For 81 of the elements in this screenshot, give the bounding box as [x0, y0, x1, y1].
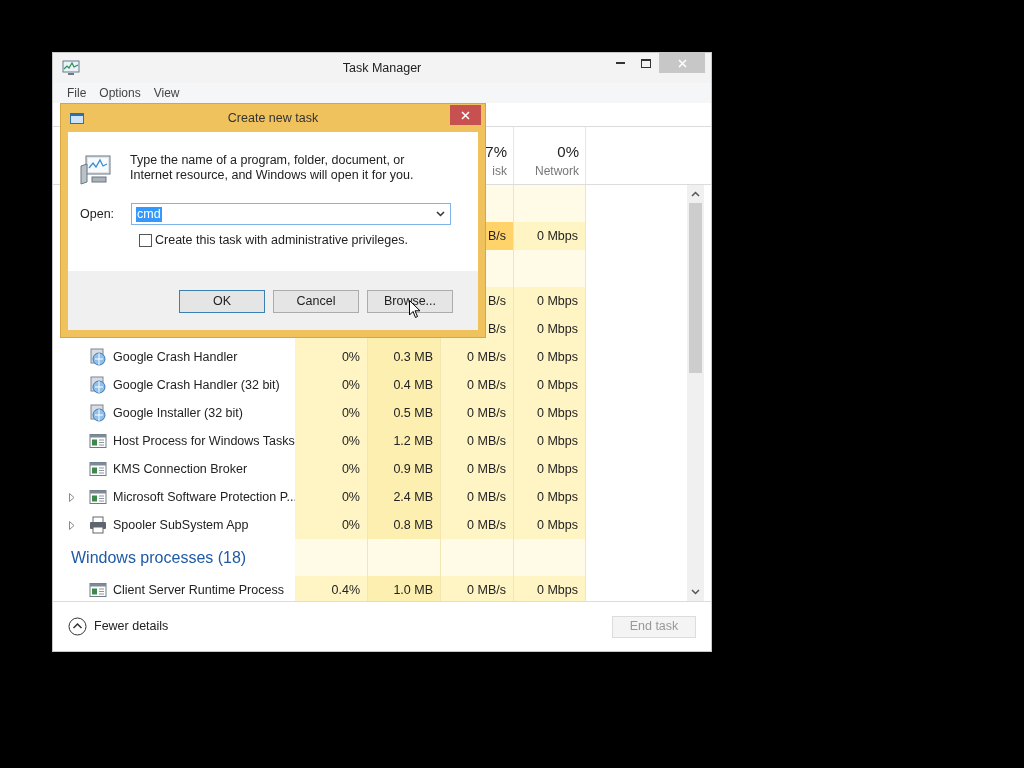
- process-name: Microsoft Software Protection P...: [113, 488, 297, 506]
- table-cell: 0%: [295, 427, 368, 455]
- computer-icon: [80, 154, 112, 186]
- dialog-message: Type the name of a program, folder, document, or Internet resource, and Windows will open it for you.: [130, 153, 415, 184]
- table-cell: 0 MB/s: [441, 455, 514, 483]
- table-cell: 0 MB/s: [441, 483, 514, 511]
- table-cell: 2.4 MB: [368, 483, 441, 511]
- table-cell: 1.2 MB: [368, 427, 441, 455]
- close-button[interactable]: [450, 105, 481, 125]
- table-cell: 0 Mbps: [514, 371, 586, 399]
- table-cell: 0 MB/s: [441, 343, 514, 371]
- table-cell: 0 MB/s: [441, 399, 514, 427]
- table-cell: 0 Mbps: [514, 315, 586, 343]
- table-cell: 0%: [295, 483, 368, 511]
- installer-icon: [89, 348, 107, 366]
- table-cell: [514, 250, 586, 287]
- scrollbar[interactable]: [687, 185, 704, 601]
- scroll-down-icon[interactable]: [691, 589, 700, 595]
- dialog-title: Create new task: [226, 109, 320, 127]
- window-icon: [89, 582, 107, 598]
- fewer-details-button[interactable]: Fewer details: [68, 617, 169, 636]
- table-cell: 0.8 MB: [368, 511, 441, 539]
- scroll-up-icon[interactable]: [691, 191, 700, 197]
- window-icon: [89, 461, 107, 477]
- collapse-icon: [68, 617, 87, 636]
- table-cell: 0.4 MB: [368, 371, 441, 399]
- printer-icon: [89, 516, 107, 534]
- table-cell: 0 Mbps: [514, 427, 586, 455]
- table-cell: 0 Mbps: [514, 222, 586, 250]
- dialog-button[interactable]: OK: [179, 290, 265, 313]
- menu-item[interactable]: View: [153, 84, 180, 102]
- window-icon: [89, 489, 107, 505]
- expand-arrow-icon[interactable]: [69, 520, 75, 530]
- table-cell: [514, 539, 586, 576]
- table-cell: 0%: [295, 343, 368, 371]
- table-cell: 0 MB/s: [441, 576, 514, 601]
- table-cell: 0 Mbps: [514, 343, 586, 371]
- process-name: Host Process for Windows Tasks: [113, 432, 295, 450]
- table-cell: 1.0 MB: [368, 576, 441, 601]
- table-cell: 0 Mbps: [514, 483, 586, 511]
- table-cell: 0 Mbps: [514, 287, 586, 315]
- checkbox[interactable]: [139, 233, 152, 247]
- dialog-button[interactable]: Cancel: [273, 290, 359, 313]
- table-cell: 0 MB/s: [441, 371, 514, 399]
- process-name: KMS Connection Broker: [113, 460, 248, 478]
- table-cell: 0%: [295, 371, 368, 399]
- table-cell: 0 Mbps: [514, 455, 586, 483]
- installer-icon: [89, 376, 107, 394]
- window-title: Task Manager: [341, 59, 423, 77]
- dialog-button[interactable]: Browse...: [367, 290, 453, 313]
- expand-arrow-icon[interactable]: [69, 492, 75, 502]
- table-cell: 0 MB/s: [441, 427, 514, 455]
- table-cell: 0 Mbps: [514, 511, 586, 539]
- monitor-chart-icon: [62, 60, 80, 76]
- process-name: Google Crash Handler: [113, 348, 238, 366]
- menu-item[interactable]: File: [67, 84, 87, 102]
- close-icon: [461, 110, 470, 120]
- window-icon: [89, 433, 107, 449]
- open-label: Open:: [80, 205, 116, 223]
- table-cell: 0.9 MB: [368, 455, 441, 483]
- table-cell: 0%: [295, 455, 368, 483]
- table-cell: 0 Mbps: [514, 576, 586, 601]
- table-cell: 0.4%: [295, 576, 368, 601]
- menu-item[interactable]: Options: [99, 84, 141, 102]
- process-name: Google Crash Handler (32 bit): [113, 376, 280, 394]
- column-header[interactable]: 0% Network: [514, 127, 586, 184]
- table-cell: 0 Mbps: [514, 399, 586, 427]
- table-cell: 0 MB/s: [441, 511, 514, 539]
- installer-icon: [89, 404, 107, 422]
- table-cell: 0%: [295, 399, 368, 427]
- table-cell: 0.5 MB: [368, 399, 441, 427]
- table-cell: 0.3 MB: [368, 343, 441, 371]
- process-name: Client Server Runtime Process: [113, 581, 284, 599]
- group-heading: Windows processes (18): [71, 547, 247, 568]
- table-cell: [514, 185, 586, 222]
- process-name: Spooler SubSystem App: [113, 516, 249, 534]
- checkbox-label: Create this task with administrative privileges.: [155, 232, 408, 249]
- process-name: Google Installer (32 bit): [113, 404, 243, 422]
- close-icon: [677, 58, 687, 68]
- window-icon: [70, 112, 84, 124]
- table-cell: 0%: [295, 511, 368, 539]
